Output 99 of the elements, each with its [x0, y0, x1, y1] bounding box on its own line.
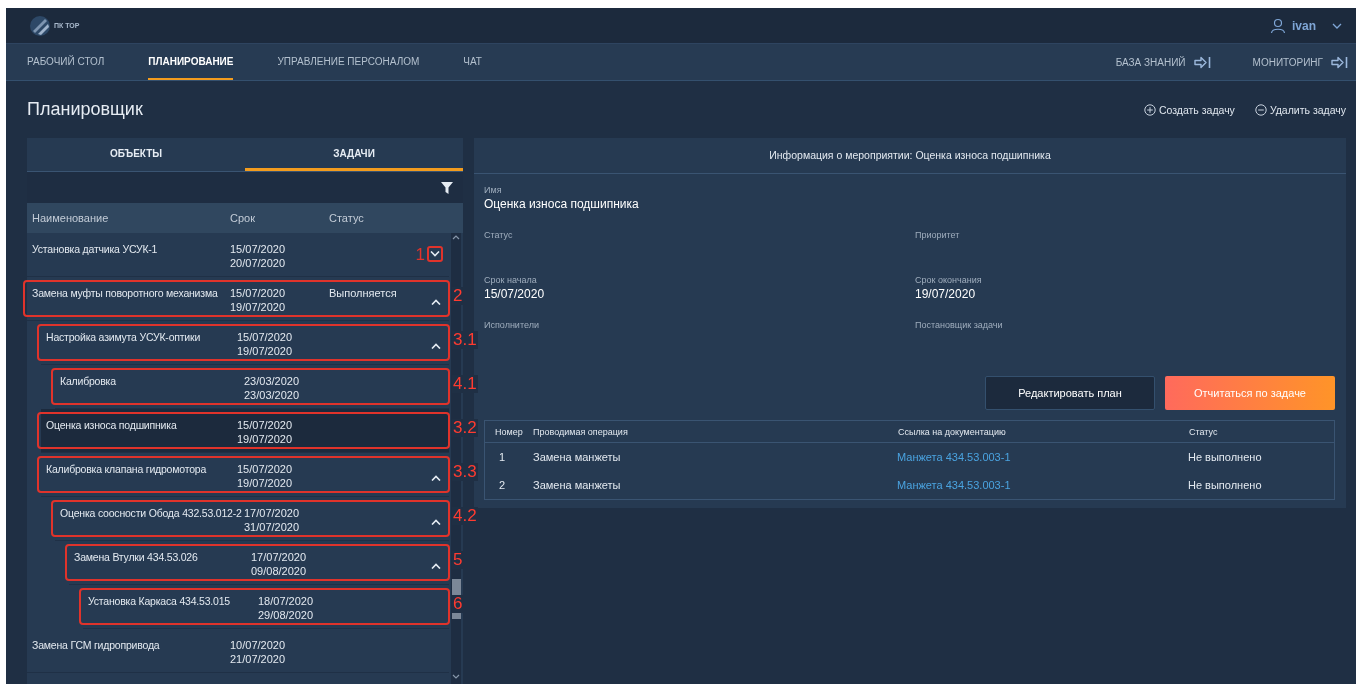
annotation-label: 1 — [415, 245, 425, 265]
nav-tab[interactable]: ПЛАНИРОВАНИЕ — [148, 44, 234, 80]
edit-plan-button[interactable]: Редактировать план — [985, 376, 1155, 410]
task-date: 20/07/2020 — [230, 256, 287, 270]
task-name: Замена Втулки 434.53.026 — [74, 550, 199, 564]
task-date: 31/07/2020 — [244, 520, 301, 534]
scroll-up-icon — [451, 233, 461, 241]
task-row[interactable]: Замена ГСМ гидропривода 10/07/2020 21/07/2020 — [27, 629, 449, 673]
user-menu[interactable]: ivan — [1270, 17, 1342, 34]
task-date: 15/07/2020 — [230, 242, 287, 256]
nav-link[interactable]: БАЗА ЗНАНИЙ — [1115, 55, 1211, 69]
column-header: Наименование — [31, 212, 110, 224]
chevron-up-icon — [431, 299, 441, 305]
chevron-down-icon — [1332, 22, 1342, 29]
annotation-label: 5 — [452, 551, 464, 569]
filter-icon — [441, 181, 453, 194]
task-date: 15/07/2020 — [237, 462, 294, 476]
field-value: Оценка износа подшипника — [484, 196, 640, 212]
chevron-up-icon — [431, 343, 441, 349]
field-label: Исполнители — [484, 319, 540, 331]
task-name: Замена муфты поворотного механизма — [32, 286, 219, 300]
annotation-label: 6 — [452, 595, 464, 613]
task-date: 21/07/2020 — [230, 652, 287, 666]
chevron-down-icon — [430, 251, 440, 257]
task-date: 29/08/2020 — [258, 608, 315, 622]
nav-tab[interactable]: ЧАТ — [463, 44, 482, 80]
column-header: Проводимая операция — [533, 426, 629, 437]
exit-icon — [1193, 55, 1211, 69]
panel-title: Информация о мероприятии: Оценка износа подшипника — [474, 138, 1346, 174]
table-cell: Не выполнено — [1188, 479, 1262, 491]
page-title: Планировщик — [27, 99, 143, 120]
task-date: 19/07/2020 — [230, 300, 287, 314]
column-header: Статус — [1189, 426, 1218, 437]
nav-tab[interactable]: РАБОЧИЙ СТОЛ — [27, 44, 105, 80]
task-date: 19/07/2020 — [237, 344, 294, 358]
scroll-down-icon — [451, 673, 461, 681]
annotation-label: 3.2 — [452, 419, 478, 437]
field-label: Имя — [484, 184, 503, 196]
task-date: 19/07/2020 — [237, 476, 294, 490]
task-date: 09/08/2020 — [251, 564, 308, 578]
column-header: Статус — [329, 212, 364, 224]
field-value: 15/07/2020 — [484, 286, 546, 302]
filter-button[interactable] — [441, 181, 453, 194]
task-name: Калибровка клапана гидромотора — [46, 462, 208, 476]
annotation-label: 4.1 — [452, 375, 478, 393]
field-label: Срок окончания — [915, 274, 983, 286]
task-name: Установка датчика УСУК-1 — [32, 242, 159, 256]
column-header: Номер — [494, 426, 524, 437]
expand-toggle[interactable] — [427, 246, 443, 262]
scroll-thumb[interactable] — [451, 579, 461, 619]
field-label: Приоритет — [915, 229, 961, 241]
chevron-up-icon — [431, 563, 441, 569]
task-name: Калибровка — [60, 374, 117, 388]
panel-tab[interactable]: ОБЪЕКТЫ — [27, 138, 245, 171]
column-header: Срок — [230, 212, 256, 224]
document-link[interactable]: Манжета 434.53.003-1 — [897, 479, 1011, 491]
task-date: 17/07/2020 — [251, 550, 308, 564]
task-row[interactable]: Установка датчика УСУК-1 15/07/2020 20/07/2020 1 — [27, 233, 449, 277]
column-header: Ссылка на документацию — [898, 426, 1007, 437]
task-status: Выполняется — [329, 286, 398, 300]
logo-icon — [30, 15, 50, 36]
user-icon — [1270, 17, 1286, 34]
chevron-up-icon — [431, 519, 441, 525]
create-task-button[interactable]: Создать задачу — [1143, 103, 1235, 116]
task-date: 10/07/2020 — [230, 638, 287, 652]
minus-circle-icon — [1254, 103, 1267, 116]
field-label: Срок начала — [484, 274, 538, 286]
exit-icon — [1331, 55, 1348, 69]
annotation-label: 3.1 — [452, 331, 478, 349]
field-value: 19/07/2020 — [915, 286, 977, 302]
task-date: 15/07/2020 — [230, 286, 287, 300]
task-name: Оценка соосности Обода 432.53.012-2 — [60, 506, 243, 520]
task-date: 23/03/2020 — [244, 374, 301, 388]
field-label: Статус — [484, 229, 514, 241]
nav-tab[interactable]: УПРАВЛЕНИЕ ПЕРСОНАЛОМ — [277, 44, 420, 80]
table-cell-text: 2 — [498, 479, 507, 491]
table-cell: Не выполнено — [1188, 451, 1262, 463]
task-date: 18/07/2020 — [258, 594, 315, 608]
table-cell-text: 1 — [498, 451, 507, 463]
chevron-up-icon — [431, 475, 441, 481]
annotation-label: 4.2 — [452, 507, 478, 525]
task-date: 15/07/2020 — [237, 330, 294, 344]
task-name: Оценка износа подшипника — [46, 418, 178, 432]
annotation-label: 2 — [452, 287, 464, 305]
field-label: Постановщик задачи — [915, 319, 1004, 331]
task-date: 19/07/2020 — [237, 432, 294, 446]
nav-link[interactable]: МОНИТОРИНГ — [1252, 55, 1348, 69]
task-name: Настройка азимута УСУК-оптики — [46, 330, 202, 344]
task-date: 15/07/2020 — [237, 418, 294, 432]
plus-circle-icon — [1143, 103, 1156, 116]
task-name: Установка Каркаса 434.53.015 — [88, 594, 231, 608]
table-cell-text: Замена манжеты — [533, 479, 622, 491]
delete-task-button[interactable]: Удалить задачу — [1254, 103, 1346, 116]
task-date: 23/03/2020 — [244, 388, 301, 402]
document-link[interactable]: Манжета 434.53.003-1 — [897, 451, 1011, 463]
task-date: 17/07/2020 — [244, 506, 301, 520]
annotation-label: 3.3 — [452, 463, 478, 481]
task-name: Замена ГСМ гидропривода — [32, 638, 161, 652]
table-cell-text: Замена манжеты — [533, 451, 622, 463]
